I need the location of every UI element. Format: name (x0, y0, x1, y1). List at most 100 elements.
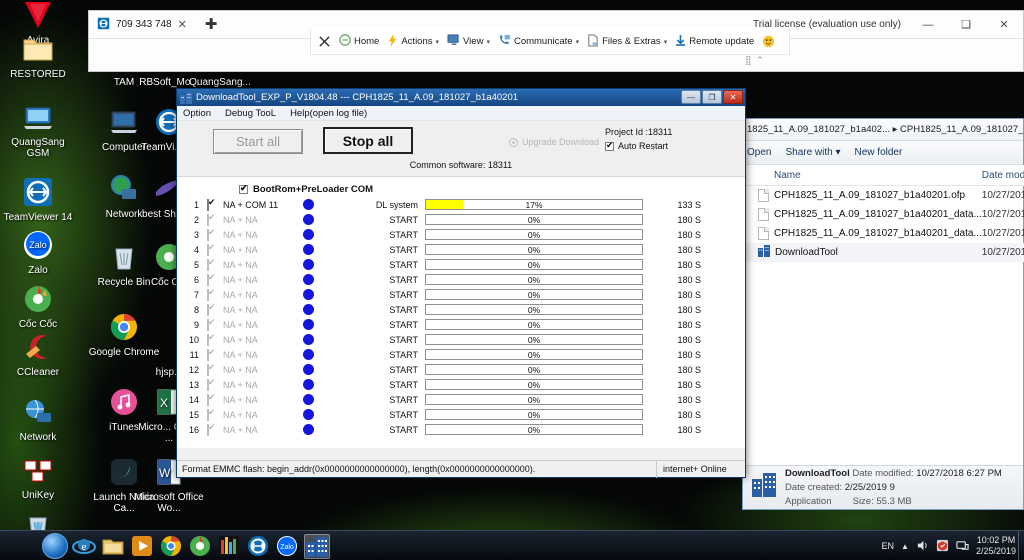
status-dot-icon (303, 334, 349, 345)
table-row[interactable]: 3 NA + NA START 0% 180 S (177, 227, 745, 242)
checkbox-icon[interactable] (207, 318, 209, 331)
upgrade-download-radio[interactable]: Upgrade Download (509, 137, 599, 147)
toolbar-grip-icon[interactable]: ⣿ ⌃ (745, 55, 765, 66)
checkbox-icon[interactable] (207, 273, 209, 286)
taskbar-item-colorful-app[interactable] (217, 534, 243, 559)
taskbar-item-ie[interactable]: e (72, 534, 98, 559)
auto-restart-checkbox[interactable]: Auto Restart (605, 140, 668, 151)
row-port: NA + NA (223, 319, 258, 330)
taskbar-item-explorer[interactable] (101, 534, 127, 559)
network-icon[interactable] (956, 539, 969, 554)
toolbar-item-view[interactable]: View ▾ (444, 31, 493, 53)
table-row[interactable]: 5 NA + NA START 0% 180 S (177, 257, 745, 272)
close-button[interactable]: ✕ (985, 18, 1023, 31)
new-folder-button[interactable]: New folder (855, 147, 903, 158)
taskbar-item-teamviewer[interactable] (246, 534, 272, 559)
close-button[interactable]: ✕ (723, 90, 743, 104)
checkbox-icon[interactable] (207, 408, 209, 421)
toolbar-item-remote-update[interactable]: Remote update (672, 31, 757, 53)
breadcrumb[interactable]: 1825_11_A.09_181027_b1a402... ▸ CPH1825_… (743, 119, 1023, 141)
toolbar-item-home[interactable]: Home (336, 31, 382, 53)
maximize-button[interactable]: ❐ (702, 90, 722, 104)
desktop-icon-ccleaner[interactable]: CCleaner (2, 330, 74, 378)
desktop-icon-network[interactable]: Network (2, 395, 74, 443)
desktop-icon-zalo[interactable]: Zalo Zalo (2, 228, 74, 276)
taskbar-item-coccoc[interactable] (188, 534, 214, 559)
checkbox-icon[interactable] (207, 303, 209, 316)
list-item[interactable]: CPH1825_11_A.09_181027_b1a40201_data... … (744, 205, 1024, 224)
files-icon (587, 34, 599, 50)
table-row[interactable]: 11 NA + NA START 0% 180 S (177, 347, 745, 362)
checkbox-icon[interactable] (207, 243, 209, 256)
table-row[interactable]: 16 NA + NA START 0% 180 S (177, 422, 745, 437)
table-row[interactable]: 4 NA + NA START 0% 180 S (177, 242, 745, 257)
checkbox-icon[interactable] (207, 378, 209, 391)
desktop-icon-coccoc[interactable]: Cốc Cốc (2, 282, 74, 330)
desktop-icon-restored[interactable]: RESTORED (2, 32, 74, 80)
checkbox-icon[interactable] (207, 288, 209, 301)
stop-all-button[interactable]: Stop all (323, 127, 413, 154)
taskbar-item-media-player[interactable] (130, 534, 156, 559)
desktop-icon-quangsang-gsm[interactable]: QuangSang GSM (2, 100, 74, 159)
taskbar-item-chrome[interactable] (159, 534, 185, 559)
column-header-date[interactable]: Date modified (982, 170, 1024, 181)
table-row[interactable]: 6 NA + NA START 0% 180 S (177, 272, 745, 287)
checkbox-icon[interactable] (207, 228, 209, 241)
downloadtool-titlebar[interactable]: DownloadTool_EXP_P_V1804.48 --- CPH1825_… (177, 89, 745, 106)
show-hidden-icons-icon[interactable]: ▲ (901, 542, 909, 551)
menu-item-debug-tool[interactable]: Debug TooL (225, 108, 276, 119)
table-row[interactable]: 2 NA + NA START 0% 180 S (177, 212, 745, 227)
share-with-button[interactable]: Share with ▾ (785, 147, 840, 158)
smiley-icon[interactable] (759, 31, 778, 53)
show-desktop-button[interactable] (1018, 531, 1024, 560)
table-row[interactable]: 14 NA + NA START 0% 180 S (177, 392, 745, 407)
clock[interactable]: 10:02 PM 2/25/2019 (976, 535, 1016, 557)
table-row[interactable]: 9 NA + NA START 0% 180 S (177, 317, 745, 332)
toolbar-item-files-extras[interactable]: Files & Extras ▾ (584, 31, 670, 53)
checkbox-icon[interactable] (207, 363, 209, 376)
checkbox-icon[interactable] (207, 213, 209, 226)
teamviewer-tab[interactable]: 709 343 748 ✕ (89, 11, 195, 38)
minimize-button[interactable]: — (681, 90, 701, 104)
table-row[interactable]: 15 NA + NA START 0% 180 S (177, 407, 745, 422)
maximize-button[interactable]: ❑ (947, 18, 985, 31)
toolbar-item-actions[interactable]: Actions ▾ (384, 31, 442, 53)
taskbar-item-downloadtool[interactable] (304, 533, 330, 559)
row-time: 180 S (677, 214, 701, 225)
checkbox-icon[interactable] (207, 198, 209, 211)
antivirus-icon[interactable] (936, 539, 949, 554)
bootrom-preloader-checkbox[interactable]: BootRom+PreLoader COM (177, 182, 745, 197)
start-all-button[interactable]: Start all (213, 129, 303, 154)
new-tab-button[interactable]: ✚ (195, 17, 228, 32)
start-button[interactable] (42, 533, 68, 559)
clock-time: 10:02 PM (976, 535, 1016, 545)
checkbox-icon[interactable] (207, 333, 209, 346)
column-header-name[interactable]: Name (744, 170, 982, 181)
table-row[interactable]: 12 NA + NA START 0% 180 S (177, 362, 745, 377)
toolbar-item-communicate[interactable]: Communicate ▾ (495, 31, 582, 53)
desktop-icon-teamviewer-14[interactable]: TeamViewer 14 (2, 175, 74, 223)
list-item[interactable]: DownloadTool 10/27/2018 6:27 (744, 243, 1024, 262)
unikey-icon (21, 453, 55, 487)
checkbox-icon[interactable] (207, 393, 209, 406)
table-row[interactable]: 10 NA + NA START 0% 180 S (177, 332, 745, 347)
checkbox-icon[interactable] (207, 258, 209, 271)
table-row[interactable]: 7 NA + NA START 0% 180 S (177, 287, 745, 302)
close-x-icon[interactable] (315, 31, 334, 53)
menu-item-option[interactable]: Option (183, 108, 211, 119)
taskbar-item-zalo[interactable]: Zalo (275, 534, 301, 559)
list-item[interactable]: CPH1825_11_A.09_181027_b1a40201_data... … (744, 224, 1024, 243)
table-row[interactable]: 13 NA + NA START 0% 180 S (177, 377, 745, 392)
open-button[interactable]: Open (747, 147, 771, 158)
minimize-button[interactable]: — (909, 19, 947, 31)
menu-item-help[interactable]: Help(open log file) (290, 108, 367, 119)
table-row[interactable]: 1 NA + COM 11 DL system 17% 133 S (177, 197, 745, 212)
desktop-icon-unikey[interactable]: UniKey (2, 453, 74, 501)
language-indicator[interactable]: EN (882, 541, 895, 551)
table-row[interactable]: 8 NA + NA START 0% 180 S (177, 302, 745, 317)
close-icon[interactable]: ✕ (178, 18, 187, 31)
list-item[interactable]: CPH1825_11_A.09_181027_b1a40201.ofp 10/2… (744, 186, 1024, 205)
volume-icon[interactable] (916, 539, 929, 554)
checkbox-icon[interactable] (207, 423, 209, 436)
checkbox-icon[interactable] (207, 348, 209, 361)
